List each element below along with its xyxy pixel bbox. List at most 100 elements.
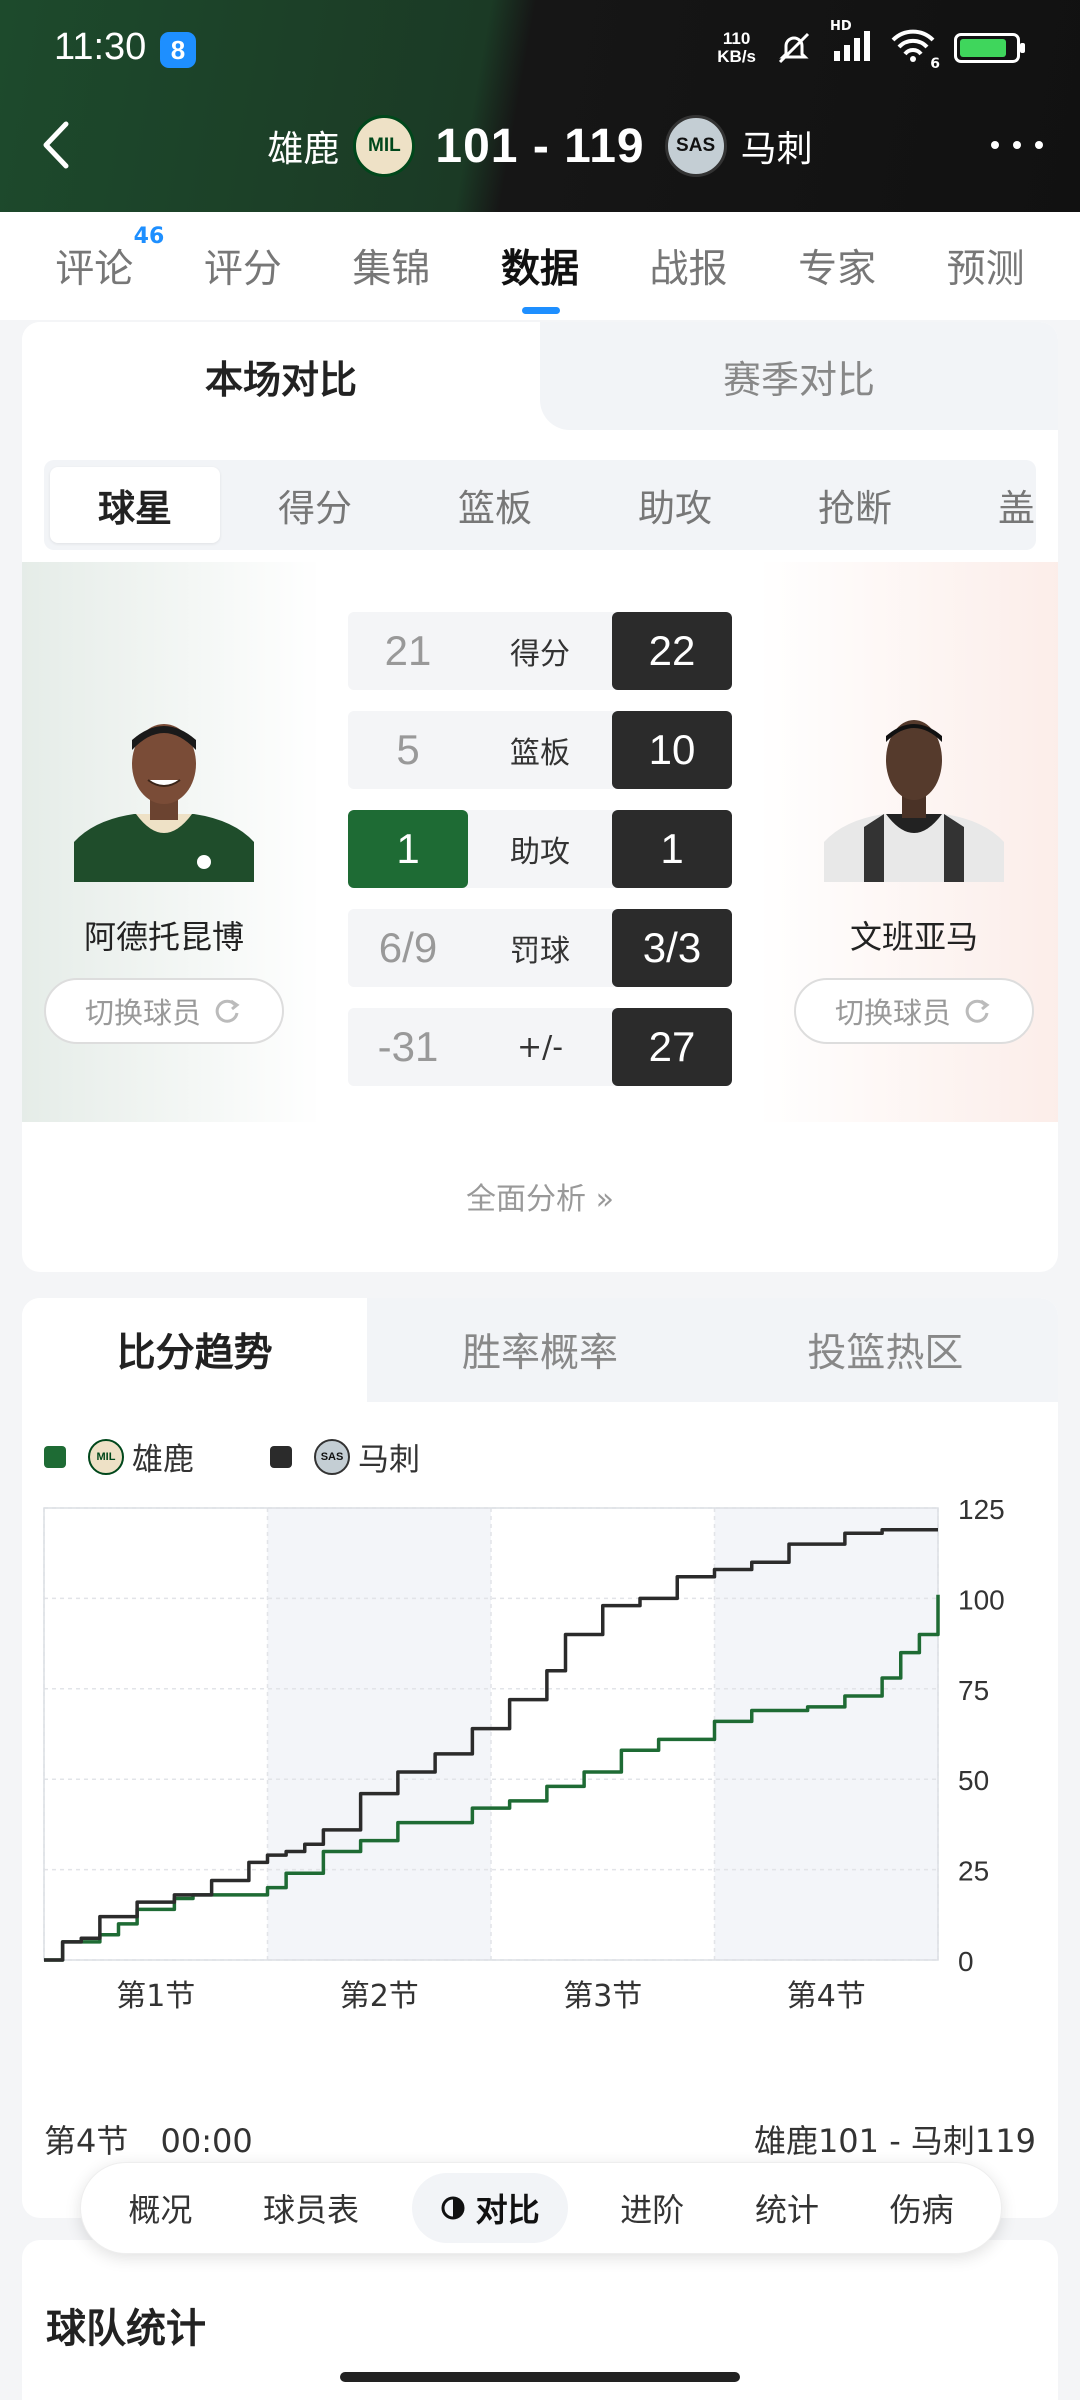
refresh-icon <box>965 999 990 1023</box>
right-stat-value: 22 <box>612 612 732 690</box>
game-clock: 00:00 <box>160 2122 253 2160</box>
tab-ratings[interactable]: 评分 <box>183 238 303 294</box>
mute-icon <box>778 32 810 64</box>
spurs-logo-icon: SAS <box>314 1438 350 1475</box>
tab-data[interactable]: 数据 <box>480 238 600 314</box>
net-speed-value: 110 <box>722 29 751 48</box>
right-player: 文班亚马 切换球员 <box>794 702 1034 1044</box>
legend-swatch-spurs <box>270 1445 292 1468</box>
trend-segment: 比分趋势 胜率概率 投篮热区 <box>22 1298 1058 1402</box>
battery-charging-icon <box>954 33 1025 63</box>
player-compare-card: 本场对比 赛季对比 球星 得分 篮板 助攻 抢断 盖帽 阿德托昆博 切换球员 <box>22 322 1058 1272</box>
scoreboard: 雄鹿 MIL 101 - 119 SAS 马刺 <box>0 108 1080 184</box>
tab-shot-chart[interactable]: 投篮热区 <box>712 1298 1058 1402</box>
switch-label: 切换球员 <box>834 996 951 1030</box>
switch-label: 切换球员 <box>84 996 201 1030</box>
stat-row-assists: 1 助攻 1 <box>348 810 732 888</box>
game-score: 101 - 119 <box>435 119 645 173</box>
left-player-name: 阿德托昆博 <box>83 918 244 956</box>
game-status-line: 第4节 00:00 雄鹿101 - 马刺119 <box>44 2116 1036 2162</box>
half-circle-icon <box>441 2196 465 2220</box>
bucks-logo-icon: MIL <box>353 115 416 177</box>
switch-player-button[interactable]: 切换球员 <box>44 978 284 1044</box>
top-tab-bar: 评论 46 评分 集锦 数据 战报 专家 预测 <box>0 212 1080 320</box>
subtab-rebounds[interactable]: 篮板 <box>410 467 580 543</box>
spurs-logo-icon: SAS <box>664 115 727 177</box>
right-player-name: 文班亚马 <box>849 918 978 956</box>
nav-stats[interactable]: 统计 <box>737 2173 837 2243</box>
x-tick-label: 第3节 <box>563 1979 642 2014</box>
quarter-shade <box>714 1508 938 1960</box>
away-team-name: 马刺 <box>740 128 813 169</box>
compare-subtabs: 球星 得分 篮板 助攻 抢断 盖帽 <box>44 460 1036 550</box>
subtab-stars[interactable]: 球星 <box>50 467 220 543</box>
tab-report[interactable]: 战报 <box>629 238 749 294</box>
stat-label: 罚球 <box>510 934 570 969</box>
score-trend-card: 比分趋势 胜率概率 投篮热区 MIL 雄鹿 SAS 马刺 0 25 50 75 100 1… <box>22 1298 1058 2218</box>
final-score-text: 雄鹿101 - 马刺119 <box>753 2122 1036 2160</box>
wifi-label: 6 <box>930 56 940 72</box>
player-avatar <box>74 724 254 882</box>
right-stat-value: 3/3 <box>612 909 732 987</box>
refresh-icon <box>215 999 240 1023</box>
comment-count-badge: 46 <box>133 224 165 249</box>
nav-compare[interactable]: 对比 <box>411 2173 568 2243</box>
left-stat-value: 21 <box>384 627 432 674</box>
nav-injuries[interactable]: 伤病 <box>872 2173 972 2243</box>
tab-prediction[interactable]: 预测 <box>926 238 1046 294</box>
y-tick-label: 25 <box>958 1856 989 1887</box>
tab-expert[interactable]: 专家 <box>777 238 897 294</box>
y-tick-label: 75 <box>958 1675 989 1706</box>
right-stat-value: 27 <box>612 1008 732 1086</box>
period-clock: 第4节 00:00 <box>44 2116 253 2162</box>
stat-label: +/- <box>516 1029 564 1065</box>
signal-hd-label: HD <box>830 19 852 34</box>
stat-row-plus-minus: -31 +/- 27 <box>348 1008 732 1086</box>
stat-row-rebounds: 5 篮板 10 <box>348 711 732 789</box>
legend-label-spurs: 马刺 <box>358 1442 420 1478</box>
subtab-assists[interactable]: 助攻 <box>590 467 760 543</box>
tab-label: 评论 <box>55 247 134 292</box>
stat-label: 助攻 <box>510 835 570 870</box>
tab-win-probability[interactable]: 胜率概率 <box>367 1298 713 1402</box>
left-stat-value: -31 <box>377 1023 439 1070</box>
nav-overview[interactable]: 概况 <box>110 2173 210 2243</box>
signal-strength-icon: HD <box>830 19 872 67</box>
wifi-icon: 6 <box>890 28 940 72</box>
subtab-blocks[interactable]: 盖帽 <box>950 467 1036 543</box>
x-tick-label: 第2节 <box>340 1979 419 2014</box>
subtab-points[interactable]: 得分 <box>230 467 400 543</box>
game-header: 11:30 8 110 KB/s HD 6 雄鹿 MIL 101 - 119 S… <box>0 0 1080 212</box>
left-stat-value: 1 <box>348 810 468 888</box>
clock-time: 11:30 <box>54 26 147 68</box>
notification-badge: 8 <box>160 32 196 68</box>
segment-season[interactable]: 赛季对比 <box>540 322 1058 430</box>
stat-row-free-throws: 6/9 罚球 3/3 <box>348 909 732 987</box>
left-stat-value: 6/9 <box>378 924 438 971</box>
status-bar: 11:30 8 110 KB/s HD 6 <box>0 0 1080 100</box>
subtab-steals[interactable]: 抢断 <box>770 467 940 543</box>
tab-score-trend[interactable]: 比分趋势 <box>22 1298 368 1402</box>
nav-box-score[interactable]: 球员表 <box>245 2173 377 2243</box>
tab-comments[interactable]: 评论 46 <box>34 224 164 294</box>
y-tick-label: 125 <box>958 1494 1005 1525</box>
stat-label: 篮板 <box>510 736 570 771</box>
switch-player-button[interactable]: 切换球员 <box>794 978 1034 1044</box>
y-tick-label: 0 <box>958 1946 974 1977</box>
nav-advanced[interactable]: 进阶 <box>602 2173 702 2243</box>
tab-highlights[interactable]: 集锦 <box>331 238 451 294</box>
left-player: 阿德托昆博 切换球员 <box>44 702 284 1044</box>
x-tick-label: 第4节 <box>787 1979 866 2014</box>
nav-compare-label: 对比 <box>475 2191 540 2229</box>
period-label: 第4节 <box>44 2122 129 2160</box>
more-options-icon[interactable] <box>982 125 1052 165</box>
segment-this-game[interactable]: 本场对比 <box>22 322 540 430</box>
full-analysis-link[interactable]: 全面分析 » <box>22 1174 1058 1218</box>
home-indicator[interactable] <box>340 2372 740 2382</box>
right-stat-value: 1 <box>612 810 732 888</box>
legend-label-bucks: 雄鹿 <box>132 1442 194 1478</box>
bucks-logo-icon: MIL <box>88 1438 124 1475</box>
stat-row-points: 21 得分 22 <box>348 612 732 690</box>
home-team-name: 雄鹿 <box>267 128 340 169</box>
stat-comparison-table: 21 得分 22 5 篮板 10 1 助攻 1 6/9 罚球 3/3 -31 +… <box>348 612 732 1107</box>
